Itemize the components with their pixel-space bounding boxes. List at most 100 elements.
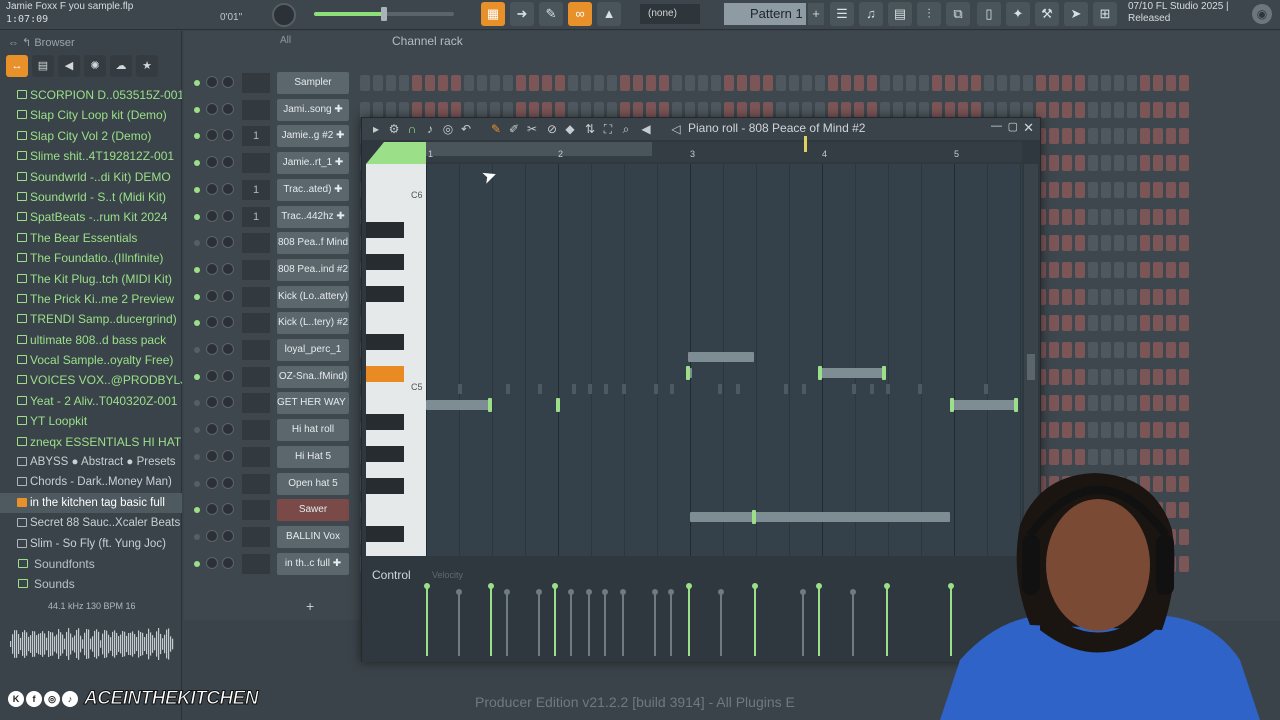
mixer-track-number[interactable] (242, 233, 270, 254)
pan-knob[interactable] (206, 476, 218, 489)
step-button[interactable] (1114, 181, 1124, 198)
mixer-track-number[interactable] (242, 553, 270, 574)
volume-knob[interactable] (222, 423, 234, 436)
step-button[interactable] (1140, 422, 1150, 439)
timeline-ruler[interactable]: 1 2 3 4 5 (426, 136, 1022, 162)
step-button[interactable] (386, 101, 396, 118)
browser-folder[interactable]: ultimate 808..d bass pack (0, 330, 182, 350)
note-edge[interactable] (818, 366, 822, 380)
step-button[interactable] (1023, 101, 1033, 118)
browser-folder[interactable]: The Prick Ki..me 2 Preview (0, 289, 182, 309)
step-button[interactable] (971, 101, 981, 118)
black-key[interactable] (366, 286, 404, 302)
step-button[interactable] (1062, 395, 1072, 412)
pin-icon[interactable]: ✦ (1006, 2, 1030, 26)
step-button[interactable] (451, 75, 461, 91)
channel-led[interactable] (194, 533, 200, 540)
channel-name-button[interactable]: OZ-Sna..fMind) (277, 365, 349, 388)
step-button[interactable] (880, 101, 890, 118)
step-button[interactable] (1075, 342, 1085, 358)
step-button[interactable] (841, 101, 851, 118)
channel-led[interactable] (194, 80, 200, 86)
mixer-track-number[interactable] (242, 73, 270, 93)
step-button[interactable] (945, 101, 955, 118)
step-button[interactable] (1101, 235, 1111, 252)
step-button[interactable] (555, 75, 565, 91)
step-button[interactable] (1127, 75, 1137, 91)
step-button[interactable] (1114, 368, 1124, 385)
magnet-icon[interactable]: ∩ (404, 121, 420, 137)
step-button[interactable] (1088, 395, 1098, 412)
channel-name-button[interactable]: Hi hat roll (277, 419, 349, 442)
note[interactable] (688, 352, 754, 362)
step-button[interactable] (1140, 208, 1150, 225)
pan-knob[interactable] (206, 503, 218, 516)
pan-knob[interactable] (206, 556, 218, 569)
pan-knob[interactable] (206, 396, 218, 409)
volume-knob[interactable] (222, 76, 234, 88)
pan-knob[interactable] (206, 449, 218, 462)
step-button[interactable] (763, 75, 773, 91)
speaker-icon[interactable]: ◀ (58, 55, 80, 77)
step-button[interactable] (568, 101, 578, 118)
step-button[interactable] (1062, 288, 1072, 305)
step-button[interactable] (1075, 288, 1085, 305)
volume-knob[interactable] (222, 129, 234, 142)
step-button[interactable] (646, 75, 656, 91)
star-icon[interactable]: ★ (136, 55, 158, 77)
velocity-bar[interactable] (620, 589, 626, 656)
step-button[interactable] (1114, 261, 1124, 278)
browser-folder[interactable]: Vocal Sample..oyalty Free) (0, 350, 182, 370)
clipboard-icon[interactable]: ▤ (32, 55, 54, 77)
step-button[interactable] (620, 75, 630, 91)
step-button[interactable] (620, 101, 630, 118)
slip-tool-icon[interactable]: ◆ (562, 121, 578, 137)
step-button[interactable] (360, 75, 370, 91)
volume-knob[interactable] (222, 396, 234, 409)
wrench-icon[interactable]: ⚙ (386, 121, 402, 137)
step-button[interactable] (1049, 181, 1059, 198)
step-button[interactable] (1127, 261, 1137, 278)
velocity-bar[interactable] (884, 583, 890, 656)
step-button[interactable] (750, 75, 760, 91)
add-pattern-button[interactable]: + (808, 3, 824, 25)
volume-knob[interactable] (222, 182, 234, 195)
note-grid[interactable] (426, 164, 1022, 556)
step-button[interactable] (685, 101, 695, 118)
mixer-track-number[interactable] (242, 286, 270, 307)
note[interactable] (952, 400, 1018, 410)
step-button[interactable] (1088, 422, 1098, 439)
browser-folder[interactable]: SCORPION D..053515Z-001 (0, 85, 182, 105)
step-button[interactable] (1179, 181, 1189, 198)
step-button[interactable] (646, 101, 656, 118)
step-button[interactable] (828, 101, 838, 118)
pan-knob[interactable] (206, 262, 218, 275)
step-button[interactable] (1114, 208, 1124, 225)
step-button[interactable] (932, 101, 942, 118)
pencil-icon[interactable]: ✎ (539, 2, 563, 26)
step-button[interactable] (1023, 75, 1033, 91)
step-button[interactable] (1062, 128, 1072, 145)
step-button[interactable] (1101, 261, 1111, 278)
step-button[interactable] (1101, 128, 1111, 145)
step-button[interactable] (1166, 101, 1176, 118)
browser-folder[interactable]: zneqx ESSENTIALS HI HAT (0, 432, 182, 452)
step-button[interactable] (1049, 128, 1059, 145)
step-button[interactable] (1049, 395, 1059, 412)
step-button[interactable] (1166, 235, 1176, 252)
step-button[interactable] (1075, 422, 1085, 439)
step-button[interactable] (1179, 101, 1189, 118)
step-button[interactable] (1140, 315, 1150, 332)
step-button[interactable] (1166, 315, 1176, 332)
note[interactable] (820, 368, 886, 378)
step-button[interactable] (1101, 208, 1111, 225)
step-button[interactable] (1153, 395, 1163, 412)
channel-name-button[interactable]: Sawer (277, 499, 349, 522)
browser-folder[interactable]: TRENDI Samp..ducergrind) (0, 309, 182, 329)
channel-led[interactable] (194, 400, 200, 407)
volume-knob[interactable] (222, 503, 234, 516)
step-button[interactable] (1101, 368, 1111, 385)
step-button[interactable] (854, 101, 864, 118)
step-button[interactable] (1088, 261, 1098, 278)
step-button[interactable] (1179, 342, 1189, 358)
